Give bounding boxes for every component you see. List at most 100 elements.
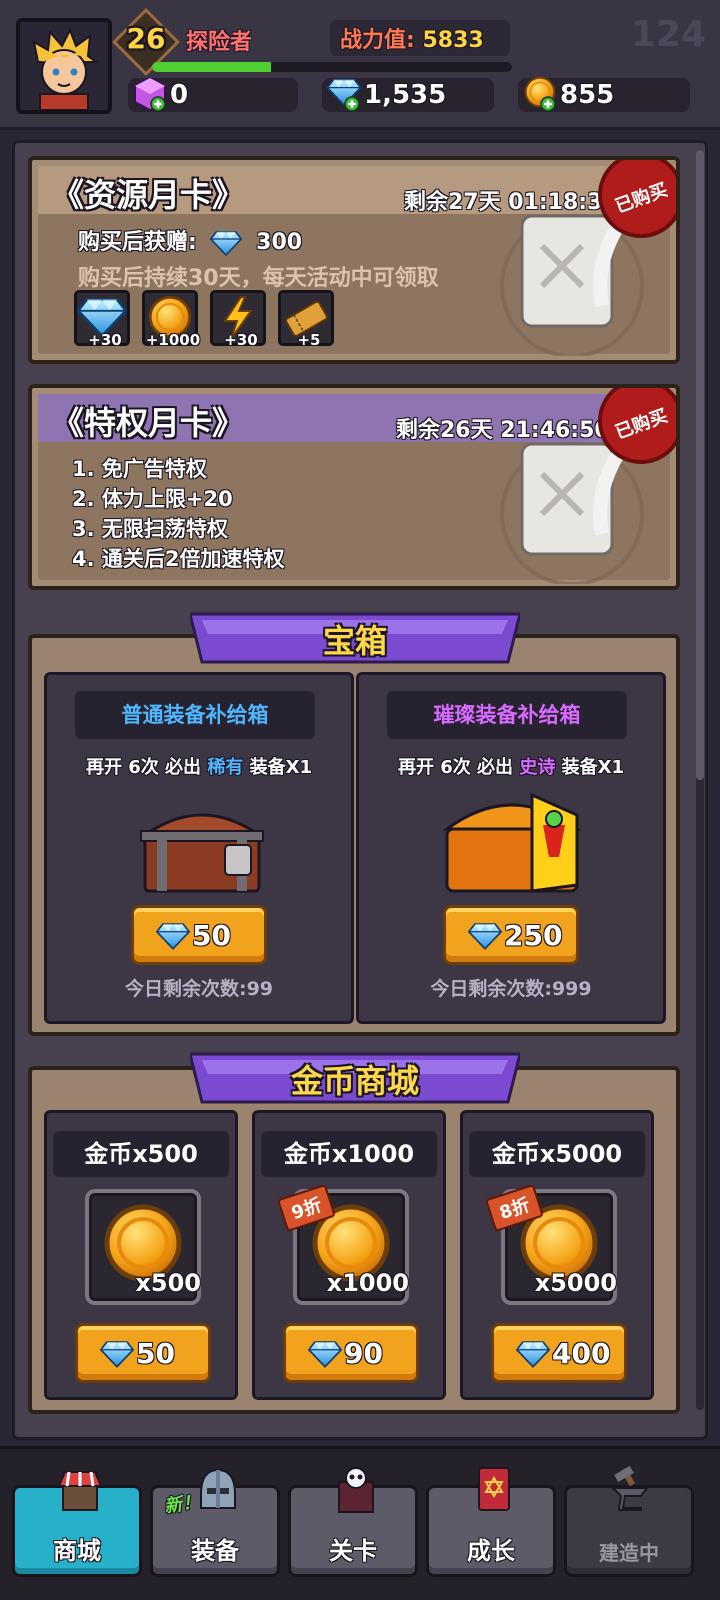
diamond-icon: [308, 1341, 342, 1368]
tab-shop-label: 商城: [53, 1537, 101, 1565]
player-avatar[interactable]: [16, 18, 112, 114]
brilliant-chest-hint: 再开 6次 必出 史诗 装备X1: [359, 753, 663, 779]
currency-gold-coin[interactable]: 855: [518, 76, 690, 112]
coin-pack-qty: x1000: [326, 1269, 409, 1297]
tab-equipment-label: 装备: [191, 1537, 239, 1565]
power-label: 战力值:: [340, 28, 415, 53]
coin-pack-title: 金币x1000: [261, 1131, 437, 1177]
wooden-chest-icon: [140, 813, 264, 893]
diamond-icon: [156, 923, 190, 950]
scrollbar-thumb[interactable]: [696, 150, 704, 780]
purple-gem-count: 0: [170, 80, 189, 110]
tab-stages-label: 关卡: [329, 1537, 377, 1565]
coin-pack-slot: 8折 x5000: [484, 1184, 617, 1305]
reward-energy[interactable]: +30: [210, 290, 266, 349]
tab-shop[interactable]: 商城: [12, 1471, 142, 1577]
buy-coin-500-button[interactable]: 50: [75, 1323, 211, 1383]
currency-purple-gem[interactable]: 0: [128, 76, 298, 112]
buy-brilliant-chest-button[interactable]: 250: [443, 905, 579, 965]
resource-card-title: 《资源月卡》: [52, 176, 245, 214]
hint-prefix: 再开 6次 必出: [85, 757, 202, 778]
bottom-navigation: 商城 装备 关卡 成长 建造中: [0, 1446, 720, 1600]
hint-prefix: 再开 6次 必出: [397, 757, 514, 778]
diamond-icon: [100, 1341, 134, 1368]
shop-icon: [57, 1471, 103, 1511]
purchased-stamp-label: 已购买: [612, 405, 671, 444]
coin-pack-qty: x500: [135, 1269, 201, 1297]
chest-section-title-wrap: 宝箱: [190, 610, 520, 666]
tab-under-construction-label: 建造中: [599, 1541, 659, 1565]
tab-growth-label: 成长: [467, 1537, 515, 1565]
purchased-stamp: 已购买: [598, 388, 676, 464]
reward-gold-coin[interactable]: +1000: [142, 290, 200, 349]
purple-gem-icon: [134, 76, 166, 112]
gold-coin-count: 855: [560, 80, 615, 110]
diamond-icon: [516, 1341, 550, 1368]
bonus-label: 购买后获赠:: [78, 230, 197, 255]
tab-growth[interactable]: 成长: [426, 1467, 556, 1577]
player-level: 26: [126, 22, 166, 55]
tab-under-construction: 建造中: [564, 1466, 694, 1577]
coin-pack-title: 金币x500: [53, 1131, 229, 1177]
perk-item: 4. 通关后2倍加速特权: [72, 547, 285, 571]
experience-fill: [152, 62, 271, 72]
chest-section-title: 宝箱: [322, 622, 387, 660]
new-badge: 新！: [162, 1491, 202, 1518]
purchased-stamp: 已购买: [598, 160, 676, 238]
coin-pack-qty: x5000: [534, 1269, 617, 1297]
power-value: 5833: [422, 28, 484, 53]
coin-pack-1000[interactable]: 金币x1000 9折 x1000 90: [252, 1110, 446, 1400]
buy-coin-1000-button[interactable]: 90: [283, 1323, 419, 1383]
normal-chest-price: 50: [192, 919, 231, 952]
spellbook-icon: [478, 1467, 510, 1511]
brilliant-chest-card[interactable]: 璀璨装备补给箱 再开 6次 必出 史诗 装备X1 250 今日剩余次数:999: [356, 672, 666, 1024]
coin-pack-5000[interactable]: 金币x5000 8折 x5000 400: [460, 1110, 654, 1400]
resource-card-description: 购买后持续30天，每天活动中可领取: [78, 266, 439, 291]
coin-shop-title-wrap: 金币商城: [190, 1050, 520, 1106]
privilege-card-title: 《特权月卡》: [52, 404, 245, 442]
reward-ticket[interactable]: +5: [278, 290, 334, 349]
normal-chest-title: 普通装备补给箱: [75, 691, 315, 739]
perk-item: 1. 免广告特权: [72, 457, 207, 481]
perk-item: 3. 无限扫荡特权: [72, 517, 228, 541]
brilliant-chest-remaining: 今日剩余次数:999: [430, 978, 592, 1000]
player-name: 探险者: [186, 30, 253, 55]
coin-pack-price: 400: [552, 1337, 611, 1370]
reward-diamond-amount: +30: [88, 331, 122, 349]
currency-diamond[interactable]: 1,535: [322, 78, 494, 112]
scrollbar[interactable]: [696, 150, 704, 1410]
coin-pack-500[interactable]: 金币x500 x500 50: [44, 1110, 238, 1400]
experience-bar: [152, 62, 512, 72]
buy-normal-chest-button[interactable]: 50: [131, 905, 267, 965]
bonus-line: 购买后获赠: 300: [78, 224, 302, 256]
reward-diamond[interactable]: +30: [74, 290, 130, 349]
rarity-rare: 稀有: [207, 757, 244, 778]
brilliant-chest-title: 璀璨装备补给箱: [387, 691, 627, 739]
rarity-epic: 史诗: [519, 757, 556, 778]
buy-coin-5000-button[interactable]: 400: [491, 1323, 627, 1383]
diamond-icon: [468, 923, 502, 950]
bonus-amount: 300: [256, 230, 303, 255]
faded-number: 124: [630, 14, 706, 55]
golden-chest-icon: [442, 792, 582, 893]
normal-chest-card[interactable]: 普通装备补给箱 再开 6次 必出 稀有 装备X1 50 今日剩余次数:99: [44, 672, 354, 1024]
diamond-count: 1,535: [364, 80, 447, 110]
power-rating: 战力值: 5833: [340, 22, 484, 54]
reward-ticket-amount: +5: [297, 331, 321, 349]
privilege-perk-list: 1. 免广告特权 2. 体力上限+20 3. 无限扫荡特权 4. 通关后2倍加速…: [72, 454, 285, 574]
coin-pack-price: 50: [136, 1337, 175, 1370]
gold-coin-icon: [524, 76, 556, 112]
coin-pack-slot: x500: [85, 1189, 201, 1305]
reward-gold-amount: +1000: [145, 331, 201, 349]
reward-energy-amount: +30: [224, 331, 258, 349]
brilliant-chest-price: 250: [504, 919, 563, 952]
coin-pack-slot: 9折 x1000: [276, 1184, 409, 1305]
hint-suffix: 装备X1: [249, 757, 313, 778]
diamond-icon: [210, 230, 243, 256]
top-status-bar: 26 探险者 战力值: 5833 124 0 1,535 855: [0, 0, 720, 130]
coin-shop-title: 金币商城: [290, 1062, 419, 1100]
perk-item: 2. 体力上限+20: [72, 487, 233, 511]
tab-stages[interactable]: 关卡: [288, 1467, 418, 1577]
normal-chest-remaining: 今日剩余次数:99: [124, 978, 274, 1000]
coin-pack-title: 金币x5000: [469, 1131, 645, 1177]
